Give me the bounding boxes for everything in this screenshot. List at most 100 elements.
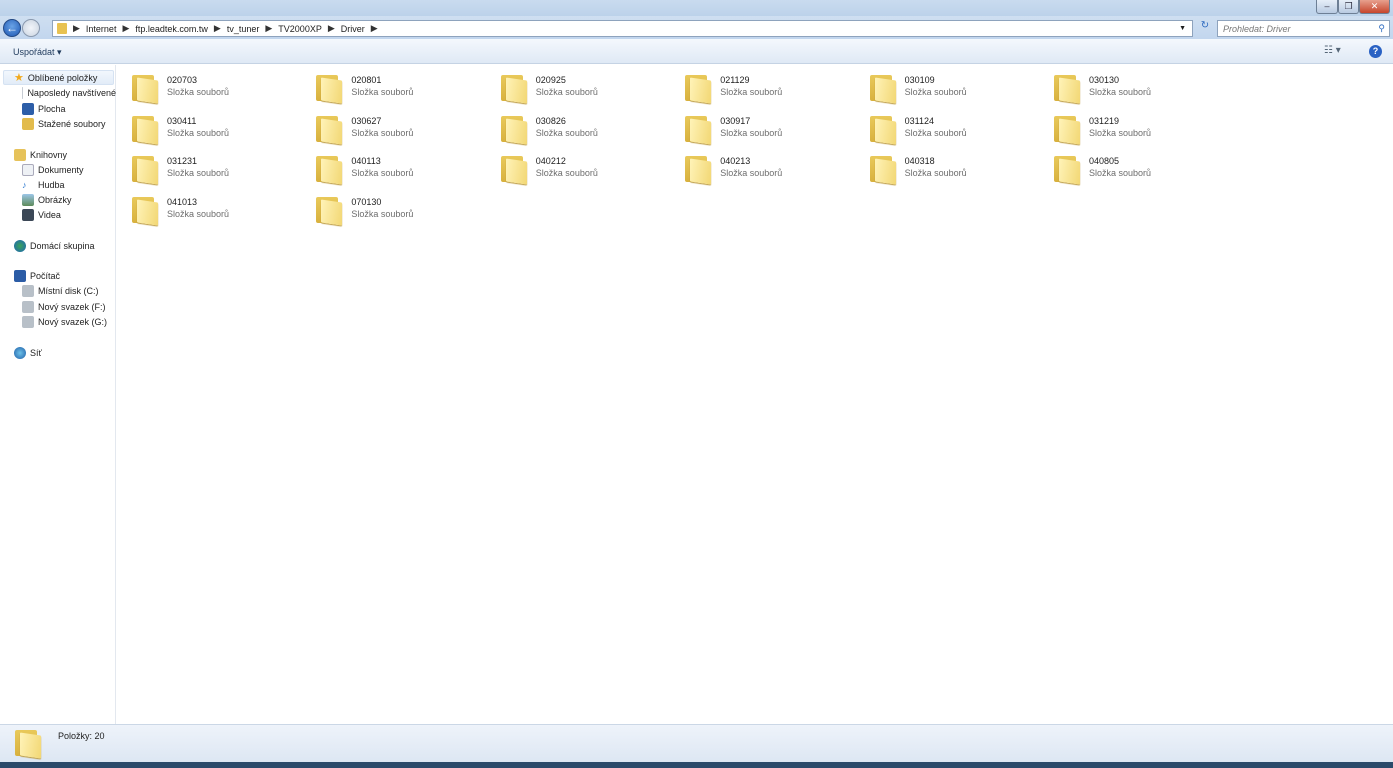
folder-item[interactable]: 040212 Složka souborů <box>499 150 679 188</box>
refresh-button[interactable]: ↻ <box>1197 20 1213 37</box>
folder-item[interactable]: 030130 Složka souborů <box>1052 69 1232 107</box>
folder-type: Složka souborů <box>720 127 783 138</box>
folder-item[interactable]: 040213 Složka souborů <box>683 150 863 188</box>
help-button[interactable]: ? <box>1369 45 1382 58</box>
folder-icon <box>130 73 160 104</box>
folder-item[interactable]: 030917 Složka souborů <box>683 110 863 148</box>
folder-name: 031231 <box>167 156 198 167</box>
sidebar-label: Videa <box>38 209 61 220</box>
folder-type: Složka souborů <box>167 87 230 97</box>
search-icon[interactable]: ⚲ <box>1378 23 1385 34</box>
chevron-right-icon[interactable]: ▶ <box>265 23 272 34</box>
folder-name: 030130 <box>1089 75 1120 85</box>
folder-item[interactable]: 021129 Složka souborů <box>683 69 863 107</box>
sidebar-label: Počítač <box>30 270 61 281</box>
recent-places-icon <box>22 86 24 99</box>
change-view-button[interactable]: ☷ ▾ <box>1324 45 1341 56</box>
close-button[interactable]: ✕ <box>1359 0 1390 14</box>
minimize-button[interactable]: – <box>1316 0 1338 14</box>
folder-item[interactable]: 020703 Složka souborů <box>130 69 310 107</box>
folder-name: 040805 <box>1089 156 1120 167</box>
folder-item[interactable]: 030826 Složka souborů <box>499 110 679 148</box>
breadcrumb-driver[interactable]: Driver <box>341 24 365 34</box>
folder-name: 031219 <box>1089 115 1120 126</box>
folder-item[interactable]: 031231 Složka souborů <box>130 150 310 188</box>
sidebar-homegroup[interactable]: Domácí skupina <box>14 238 95 253</box>
taskbar <box>0 762 1393 768</box>
folder-item[interactable]: 030109 Složka souborů <box>868 69 1048 107</box>
folder-icon <box>683 154 713 185</box>
folder-item[interactable]: 031219 Složka souborů <box>1052 110 1232 148</box>
sidebar-item-desktop[interactable]: Plocha <box>22 101 66 116</box>
sidebar-label: Dokumenty <box>38 164 84 175</box>
folder-item[interactable]: 070130 Složka souborů <box>314 191 494 229</box>
sidebar-item-music[interactable]: ♪ Hudba <box>22 177 65 192</box>
breadcrumb-tv-tuner[interactable]: tv_tuner <box>227 24 260 34</box>
folder-type: Složka souborů <box>904 127 967 138</box>
folder-name: 030917 <box>720 115 751 126</box>
folder-icon <box>130 195 160 226</box>
search-input[interactable]: Prohledat: Driver ⚲ <box>1217 20 1390 37</box>
folder-name: 040318 <box>904 156 935 167</box>
folder-icon <box>130 154 160 185</box>
folder-name: 021129 <box>720 75 750 85</box>
sidebar-favorites[interactable]: ★ Oblíbené položky <box>3 70 114 85</box>
sidebar-item-pictures[interactable]: Obrázky <box>22 192 72 207</box>
documents-icon <box>22 163 34 176</box>
address-bar[interactable]: ▶ Internet ▶ ftp.leadtek.com.tw ▶ tv_tuner… <box>52 20 1193 37</box>
videos-icon <box>22 208 34 221</box>
folder-type: Složka souborů <box>535 87 598 97</box>
back-button[interactable]: ← <box>3 19 21 37</box>
folder-name: 041013 <box>167 197 198 208</box>
sidebar-libraries[interactable]: Knihovny <box>14 147 67 162</box>
breadcrumb-tv2000xp[interactable]: TV2000XP <box>278 24 322 34</box>
folder-item[interactable]: 040113 Složka souborů <box>314 150 494 188</box>
navigation-pane: ★ Oblíbené položky Naposledy navštívené P… <box>0 65 116 724</box>
folder-name: 020925 <box>535 75 566 85</box>
restore-button[interactable]: ❐ <box>1338 0 1359 14</box>
folder-name: 030411 <box>167 115 197 126</box>
chevron-right-icon[interactable]: ▶ <box>214 23 221 34</box>
folder-item[interactable]: 040318 Složka souborů <box>868 150 1048 188</box>
sidebar-label: Místní disk (C:) <box>38 285 99 296</box>
folder-item[interactable]: 041013 Složka souborů <box>130 191 310 229</box>
sidebar-label: Nový svazek (G:) <box>38 316 108 327</box>
folder-item[interactable]: 040805 Složka souborů <box>1052 150 1232 188</box>
sidebar-item-drive-g[interactable]: Nový svazek (G:) <box>22 314 107 329</box>
folder-item[interactable]: 030627 Složka souborů <box>314 110 494 148</box>
folder-icon <box>1052 114 1082 145</box>
folder-icon <box>13 728 43 759</box>
sidebar-item-documents[interactable]: Dokumenty <box>22 162 84 177</box>
folder-name: 030627 <box>351 115 382 126</box>
chevron-right-icon[interactable]: ▶ <box>328 23 335 34</box>
folder-icon <box>1052 154 1082 185</box>
sidebar-item-drive-c[interactable]: Místní disk (C:) <box>22 283 99 298</box>
folder-item[interactable]: 031124 Složka souborů <box>868 110 1048 148</box>
folder-icon <box>499 154 529 185</box>
history-dropdown-icon[interactable]: ▼ <box>1179 25 1186 32</box>
chevron-right-icon[interactable]: ▶ <box>371 23 378 34</box>
desktop-icon <box>22 102 34 115</box>
chevron-right-icon[interactable]: ▶ <box>122 23 129 34</box>
folder-icon <box>499 114 529 145</box>
folder-item[interactable]: 020925 Složka souborů <box>499 69 679 107</box>
music-icon: ♪ <box>22 179 27 190</box>
sidebar-label: Nový svazek (F:) <box>38 301 106 312</box>
navigation-bar: ← ▶ Internet ▶ ftp.leadtek.com.tw ▶ tv_tun… <box>0 16 1393 39</box>
sidebar-item-downloads[interactable]: Stažené soubory <box>22 116 106 131</box>
organize-button[interactable]: Uspořádat ▾ <box>13 47 62 58</box>
sidebar-item-recent[interactable]: Naposledy navštívené <box>22 85 116 100</box>
forward-button[interactable] <box>22 19 40 37</box>
breadcrumb-internet[interactable]: Internet <box>86 24 117 34</box>
folder-type: Složka souborů <box>351 127 414 138</box>
folder-item[interactable]: 030411 Složka souborů <box>130 110 310 148</box>
sidebar-item-videos[interactable]: Videa <box>22 207 61 222</box>
breadcrumb-host[interactable]: ftp.leadtek.com.tw <box>135 24 208 34</box>
sidebar-network[interactable]: Síť <box>14 345 42 360</box>
sidebar-computer[interactable]: Počítač <box>14 268 60 283</box>
pictures-icon <box>22 193 34 206</box>
folder-type: Složka souborů <box>167 209 230 220</box>
item-count: Položky: 20 <box>58 731 105 741</box>
folder-item[interactable]: 020801 Složka souborů <box>314 69 494 107</box>
sidebar-item-drive-f[interactable]: Nový svazek (F:) <box>22 299 106 314</box>
